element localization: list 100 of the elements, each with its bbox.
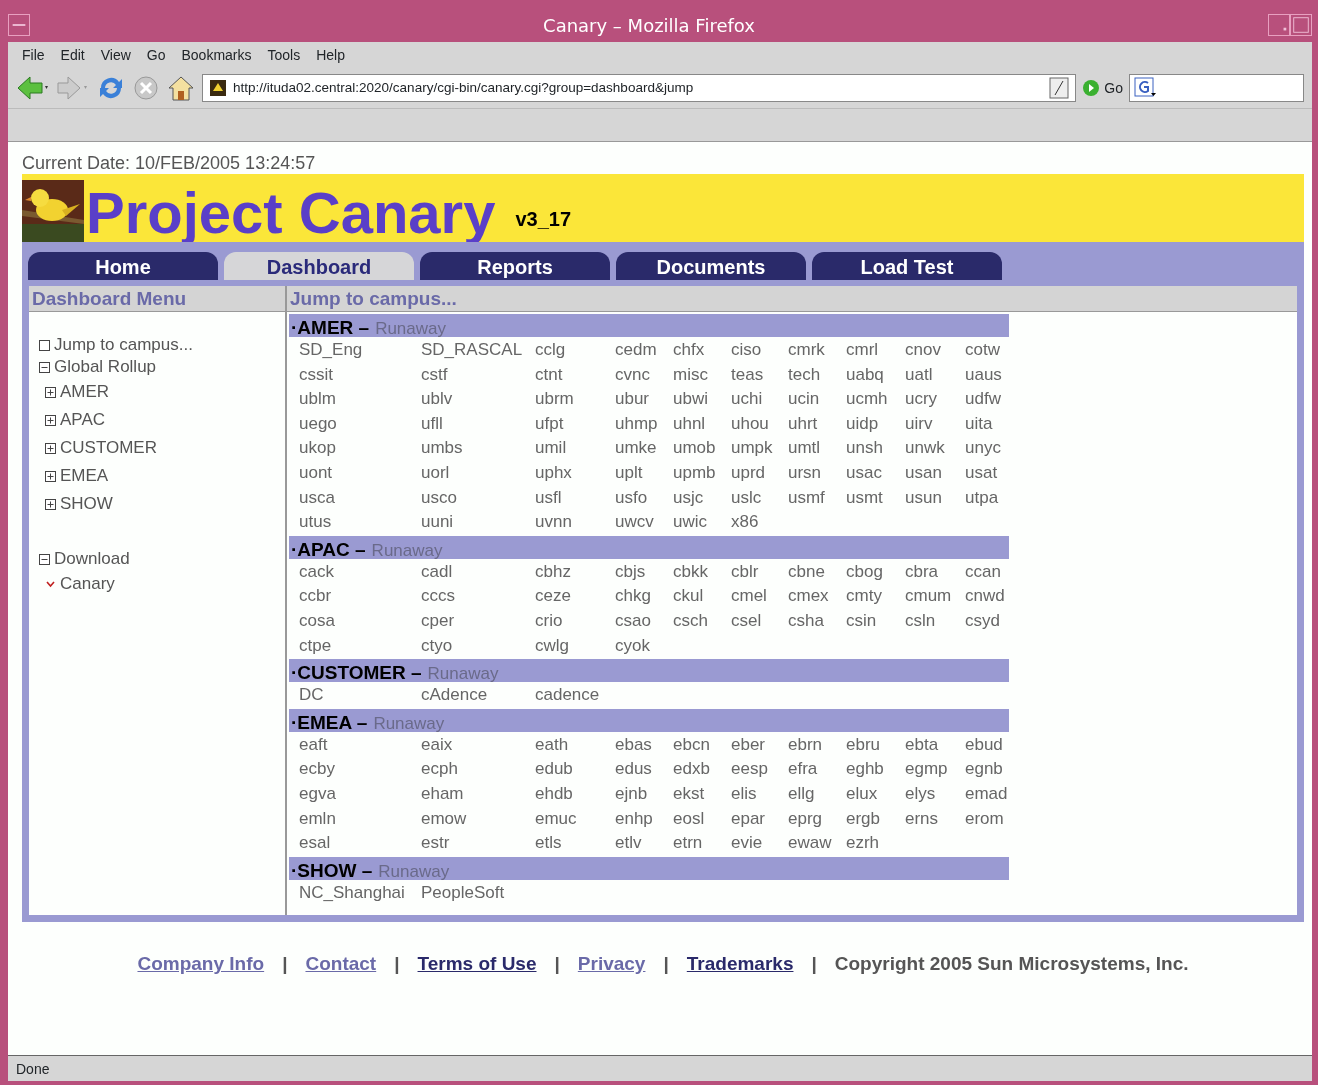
campus-link[interactable]: ezrh	[846, 831, 905, 856]
campus-link[interactable]: PeopleSoft	[421, 880, 535, 906]
campus-link[interactable]: ebas	[615, 732, 673, 758]
campus-link[interactable]: usmt	[846, 485, 905, 511]
campus-link[interactable]: uhnl	[673, 411, 731, 437]
tree-item[interactable]: APAC	[60, 407, 106, 433]
campus-link[interactable]: cedm	[615, 338, 673, 363]
campus-link[interactable]: uhrt	[788, 411, 846, 437]
go-button[interactable]: Go	[1082, 77, 1123, 99]
campus-link[interactable]: upmb	[673, 460, 731, 486]
menu-item[interactable]: Tools	[261, 44, 307, 66]
footer-link[interactable]: Terms of Use	[417, 950, 537, 979]
campus-link[interactable]: ccbr	[299, 584, 421, 609]
campus-link[interactable]: cmrl	[846, 338, 905, 363]
campus-link[interactable]: eghb	[846, 757, 905, 782]
campus-link[interactable]: usun	[905, 485, 965, 511]
campus-link[interactable]: uchi	[731, 387, 788, 412]
footer-link[interactable]: Contact	[305, 950, 377, 979]
campus-link[interactable]: SD_RASCAL	[421, 338, 535, 363]
search-engine-icon[interactable]	[1134, 77, 1158, 99]
campus-link[interactable]: ebru	[846, 732, 905, 758]
campus-link[interactable]: emuc	[535, 806, 615, 832]
campus-link[interactable]: cvnc	[615, 362, 673, 388]
campus-link[interactable]: cbog	[846, 559, 905, 585]
campus-link[interactable]: ebrn	[788, 732, 846, 758]
campus-link[interactable]: csch	[673, 608, 731, 634]
campus-link[interactable]: ukop	[299, 436, 421, 461]
campus-link[interactable]: uwic	[673, 510, 731, 535]
campus-link[interactable]: x86	[731, 510, 788, 535]
campus-link[interactable]: umpk	[731, 436, 788, 461]
campus-link[interactable]: ceze	[535, 584, 615, 609]
campus-link[interactable]: cccs	[421, 584, 535, 609]
campus-link[interactable]: erns	[905, 806, 965, 832]
campus-link[interactable]: cmrk	[788, 338, 846, 363]
campus-link[interactable]: uuni	[421, 510, 535, 535]
campus-link[interactable]: edub	[535, 757, 615, 782]
campus-link[interactable]: cstf	[421, 362, 535, 388]
campus-link[interactable]: cack	[299, 559, 421, 585]
campus-link[interactable]: cadence	[535, 683, 615, 708]
campus-link[interactable]: ubwi	[673, 387, 731, 412]
campus-link[interactable]: eesp	[731, 757, 788, 782]
campus-link[interactable]: etls	[535, 831, 615, 856]
campus-link[interactable]: eosl	[673, 806, 731, 832]
campus-link[interactable]: csyd	[965, 608, 1019, 634]
campus-link[interactable]: erom	[965, 806, 1019, 832]
campus-link[interactable]: misc	[673, 362, 731, 388]
campus-link[interactable]: ebud	[965, 732, 1019, 758]
campus-link[interactable]: umtl	[788, 436, 846, 461]
campus-link[interactable]: csao	[615, 608, 673, 634]
menu-item[interactable]: View	[94, 44, 137, 66]
campus-link[interactable]: csel	[731, 608, 788, 634]
campus-link[interactable]: csha	[788, 608, 846, 634]
campus-link[interactable]: ehdb	[535, 781, 615, 807]
campus-link[interactable]: uplt	[615, 460, 673, 486]
menu-item[interactable]: Bookmarks	[175, 44, 258, 66]
campus-link[interactable]: uont	[299, 460, 421, 486]
campus-link[interactable]: estr	[421, 831, 535, 856]
campus-link[interactable]: elis	[731, 781, 788, 807]
window-menu-icon[interactable]	[8, 14, 30, 36]
campus-link[interactable]: usco	[421, 485, 535, 511]
campus-link[interactable]: eham	[421, 781, 535, 807]
campus-link[interactable]: umil	[535, 436, 615, 461]
campus-link[interactable]: uhmp	[615, 411, 673, 437]
expand-icon[interactable]	[45, 442, 56, 454]
campus-link[interactable]: csln	[905, 608, 965, 634]
campus-link[interactable]: edxb	[673, 757, 731, 782]
nav-tab[interactable]: Load Test	[812, 252, 1002, 280]
campus-link[interactable]: uslc	[731, 485, 788, 511]
campus-link[interactable]: uprd	[731, 460, 788, 486]
campus-link[interactable]: ciso	[731, 338, 788, 363]
campus-link[interactable]: cotw	[965, 338, 1019, 363]
campus-link[interactable]: eaix	[421, 732, 535, 758]
checkbox-icon[interactable]	[39, 339, 50, 351]
campus-link[interactable]: cadl	[421, 559, 535, 585]
campus-link[interactable]: cbra	[905, 559, 965, 585]
campus-link[interactable]: cper	[421, 608, 535, 634]
campus-link[interactable]: emow	[421, 806, 535, 832]
tree-item[interactable]: Download	[54, 546, 130, 572]
campus-link[interactable]: cbne	[788, 559, 846, 585]
campus-link[interactable]: cnwd	[965, 584, 1019, 609]
campus-link[interactable]: usan	[905, 460, 965, 486]
campus-link[interactable]: cwlg	[535, 633, 615, 659]
campus-link[interactable]: ucmh	[846, 387, 905, 412]
collapse-icon[interactable]	[39, 553, 50, 565]
campus-link[interactable]: cosa	[299, 608, 421, 634]
campus-link[interactable]: teas	[731, 362, 788, 388]
campus-link[interactable]: edus	[615, 757, 673, 782]
campus-link[interactable]: uvnn	[535, 510, 615, 535]
campus-link[interactable]: usmf	[788, 485, 846, 511]
campus-link[interactable]: crio	[535, 608, 615, 634]
collapse-icon[interactable]	[39, 361, 50, 373]
campus-link[interactable]: usac	[846, 460, 905, 486]
campus-link[interactable]: ufpt	[535, 411, 615, 437]
campus-link[interactable]: umke	[615, 436, 673, 461]
footer-link[interactable]: Trademarks	[686, 950, 794, 979]
nav-tab[interactable]: Documents	[616, 252, 806, 280]
campus-link[interactable]: efra	[788, 757, 846, 782]
campus-link[interactable]: cblr	[731, 559, 788, 585]
campus-link[interactable]: eath	[535, 732, 615, 758]
campus-link[interactable]: chfx	[673, 338, 731, 363]
